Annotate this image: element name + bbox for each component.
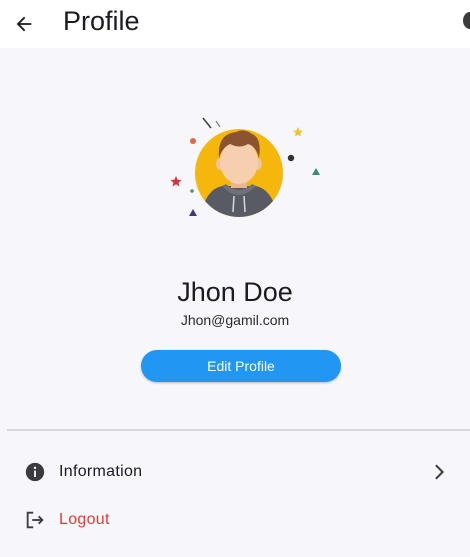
arrow-back-icon: [16, 16, 32, 32]
menu-item-label: Information: [59, 463, 143, 480]
menu-item-label: Logout: [59, 511, 110, 528]
avatar-illustration: [170, 117, 320, 217]
profile-email: Jhon@gamil.com: [180, 312, 290, 328]
page-title: Profile: [63, 6, 140, 36]
divider: [7, 429, 470, 431]
chevron-right-icon: [435, 464, 444, 480]
menu-item-information[interactable]: Information: [0, 450, 470, 494]
overflow-dot[interactable]: [463, 12, 470, 29]
edit-profile-button[interactable]: Edit Profile: [141, 350, 341, 382]
profile-name: Jhon Doe: [177, 277, 293, 307]
info-icon: [25, 462, 45, 482]
app-bar: Profile: [0, 0, 470, 48]
menu-item-logout[interactable]: Logout: [0, 498, 470, 542]
back-button[interactable]: [6, 6, 42, 42]
logout-icon: [26, 511, 44, 529]
